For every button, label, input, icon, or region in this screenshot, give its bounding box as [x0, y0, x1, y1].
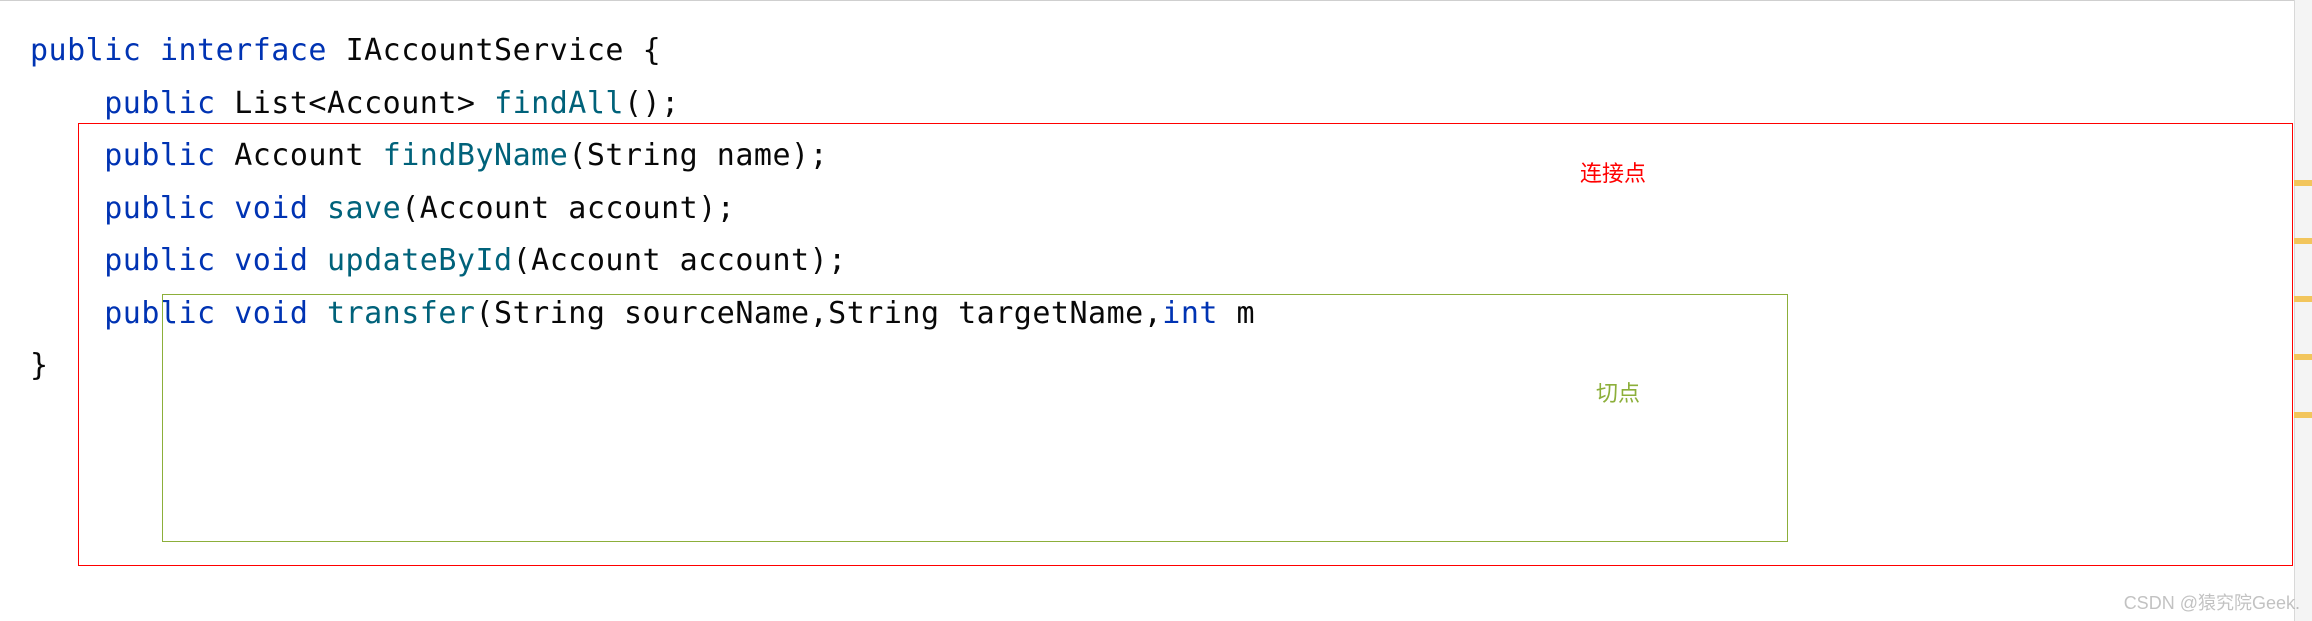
gutter-warning-mark	[2294, 412, 2312, 418]
return-type: Account	[234, 138, 364, 173]
params: (Account account);	[401, 191, 735, 226]
params-a: (String sourceName,String targetName,	[476, 296, 1163, 331]
params: (String name);	[568, 138, 828, 173]
editor-gutter	[2294, 0, 2312, 621]
gutter-warning-mark	[2294, 296, 2312, 302]
brace-close: }	[30, 348, 49, 383]
method-name: updateById	[327, 243, 513, 278]
code-line-6: public void transfer(String sourceName,S…	[0, 288, 2312, 341]
pointcut-label: 切点	[1596, 376, 1640, 408]
keyword-void: void	[234, 191, 308, 226]
params: (Account account);	[513, 243, 847, 278]
keyword-public: public	[104, 191, 215, 226]
keyword-public: public	[104, 296, 215, 331]
code-line-3: public Account findByName(String name);	[0, 130, 2312, 183]
joinpoint-label: 连接点	[1580, 156, 1646, 188]
code-line-1: public interface IAccountService {	[0, 25, 2312, 78]
brace-open: {	[643, 33, 662, 68]
gutter-warning-mark	[2294, 238, 2312, 244]
watermark-text: CSDN @猿究院Geek.	[2124, 589, 2300, 615]
method-name: findAll	[494, 86, 624, 121]
keyword-public: public	[30, 33, 141, 68]
keyword-interface: interface	[160, 33, 327, 68]
keyword-public: public	[104, 243, 215, 278]
return-type: List<Account>	[234, 86, 475, 121]
code-line-7: }	[0, 340, 2312, 393]
code-block: public interface IAccountService { publi…	[0, 0, 2312, 621]
params-b: m	[1218, 296, 1255, 331]
gutter-warning-mark	[2294, 180, 2312, 186]
method-name: save	[327, 191, 401, 226]
params: ();	[624, 86, 680, 121]
method-name: transfer	[327, 296, 476, 331]
type-name: IAccountService	[346, 33, 624, 68]
keyword-int: int	[1162, 296, 1218, 331]
keyword-public: public	[104, 86, 215, 121]
gutter-warning-mark	[2294, 354, 2312, 360]
keyword-void: void	[234, 296, 308, 331]
code-line-4: public void save(Account account);	[0, 183, 2312, 236]
code-line-5: public void updateById(Account account);	[0, 235, 2312, 288]
method-name: findByName	[383, 138, 569, 173]
keyword-public: public	[104, 138, 215, 173]
keyword-void: void	[234, 243, 308, 278]
code-line-2: public List<Account> findAll();	[0, 78, 2312, 131]
